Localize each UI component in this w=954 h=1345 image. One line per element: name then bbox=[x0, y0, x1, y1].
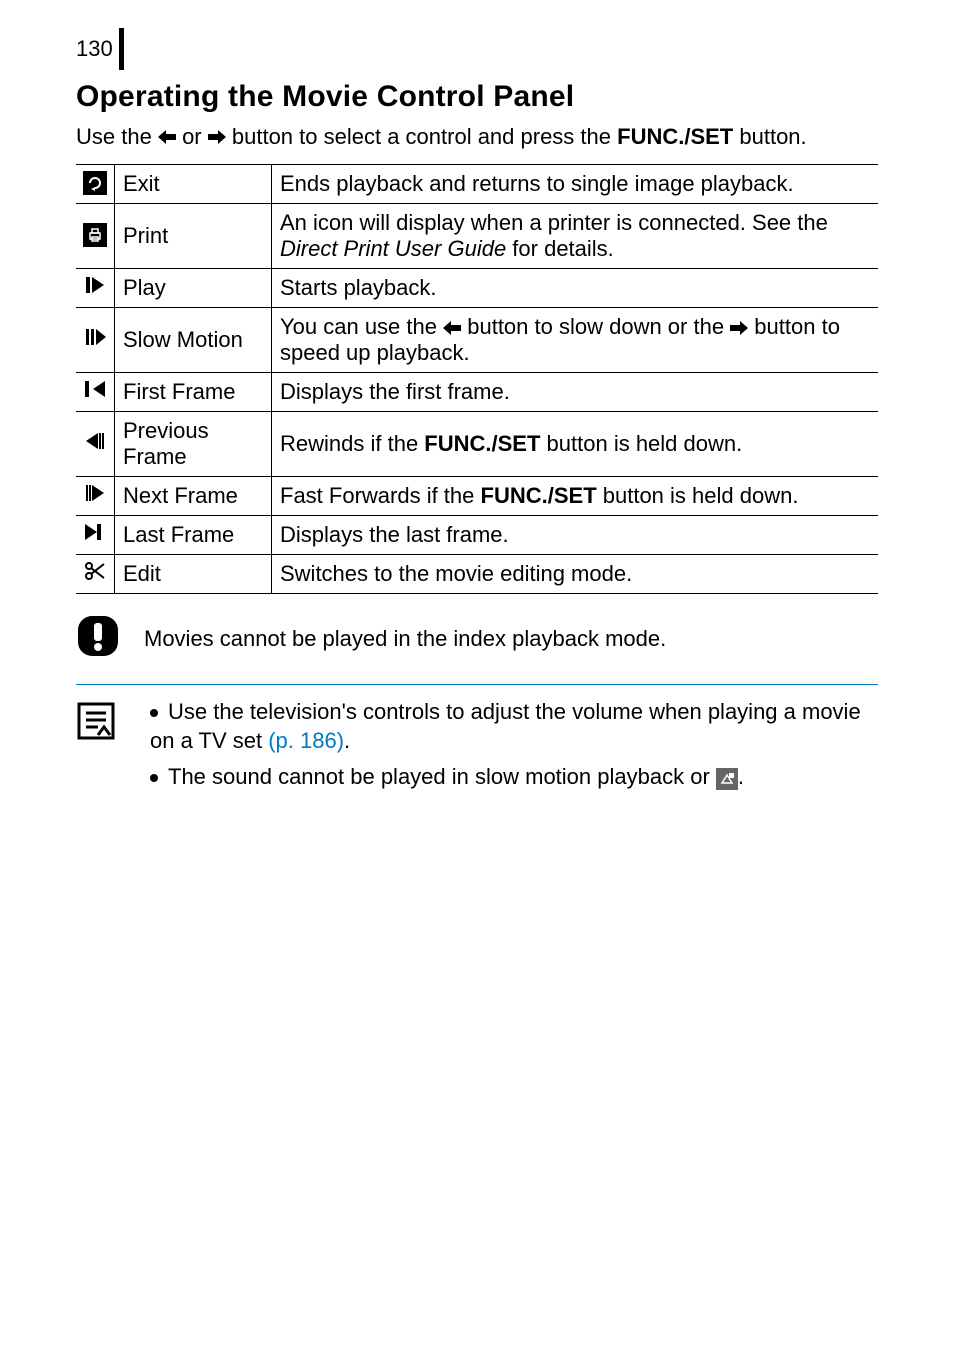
row-name: Last Frame bbox=[115, 515, 272, 554]
row-desc: Switches to the movie editing mode. bbox=[272, 554, 879, 593]
left-arrow-icon bbox=[443, 321, 461, 335]
print-icon bbox=[83, 223, 107, 247]
row-name: Edit bbox=[115, 554, 272, 593]
row-name: Next Frame bbox=[115, 476, 272, 515]
next-frame-icon bbox=[83, 481, 107, 505]
tips-block: Use the television's controls to adjust … bbox=[76, 697, 878, 798]
row-desc: Rewinds if the FUNC./SET button is held … bbox=[272, 411, 879, 476]
table-row: Slow Motion You can use the button to sl… bbox=[76, 307, 878, 372]
table-row: Edit Switches to the movie editing mode. bbox=[76, 554, 878, 593]
page-number-bar bbox=[119, 28, 124, 70]
right-arrow-icon bbox=[730, 321, 748, 335]
row-desc: Starts playback. bbox=[272, 268, 879, 307]
table-row: Last Frame Displays the last frame. bbox=[76, 515, 878, 554]
table-row: Play Starts playback. bbox=[76, 268, 878, 307]
right-arrow-icon bbox=[208, 124, 232, 149]
table-row: First Frame Displays the first frame. bbox=[76, 372, 878, 411]
intro-end: button. bbox=[739, 124, 806, 149]
section-heading: Operating the Movie Control Panel bbox=[76, 80, 878, 114]
row-name: Play bbox=[115, 268, 272, 307]
warning-callout: Movies cannot be played in the index pla… bbox=[76, 616, 878, 658]
left-arrow-icon bbox=[158, 124, 182, 149]
exit-icon bbox=[83, 171, 107, 195]
row-name: Slow Motion bbox=[115, 307, 272, 372]
controls-table: Exit Ends playback and returns to single… bbox=[76, 164, 878, 594]
row-name: Previous Frame bbox=[115, 411, 272, 476]
last-frame-icon bbox=[83, 520, 107, 544]
table-row: Previous Frame Rewinds if the FUNC./SET … bbox=[76, 411, 878, 476]
intro-prefix: Use the bbox=[76, 124, 158, 149]
row-desc: Displays the last frame. bbox=[272, 515, 879, 554]
row-desc: You can use the button to slow down or t… bbox=[272, 307, 879, 372]
row-desc: Displays the first frame. bbox=[272, 372, 879, 411]
row-desc: Ends playback and returns to single imag… bbox=[272, 164, 879, 203]
intro-text: Use the or button to select a control an… bbox=[76, 122, 878, 152]
row-desc: An icon will display when a printer is c… bbox=[272, 203, 879, 268]
row-desc: Fast Forwards if the FUNC./SET button is… bbox=[272, 476, 879, 515]
slow-motion-icon bbox=[83, 325, 107, 349]
warning-text: Movies cannot be played in the index pla… bbox=[144, 616, 666, 652]
previous-frame-icon bbox=[83, 429, 107, 453]
tip-item: Use the television's controls to adjust … bbox=[150, 697, 878, 756]
row-name: First Frame bbox=[115, 372, 272, 411]
intro-button-name: FUNC./SET bbox=[617, 124, 733, 149]
page-number-block: 130 bbox=[76, 28, 878, 70]
table-row: Next Frame Fast Forwards if the FUNC./SE… bbox=[76, 476, 878, 515]
row-name: Exit bbox=[115, 164, 272, 203]
intro-mid: or bbox=[182, 124, 208, 149]
table-row: Exit Ends playback and returns to single… bbox=[76, 164, 878, 203]
warning-icon bbox=[76, 614, 120, 658]
note-icon bbox=[76, 701, 116, 741]
table-row: Print An icon will display when a printe… bbox=[76, 203, 878, 268]
time-lapse-icon bbox=[716, 768, 738, 790]
divider bbox=[76, 684, 878, 685]
edit-icon bbox=[83, 559, 107, 583]
page-number: 130 bbox=[76, 36, 119, 62]
first-frame-icon bbox=[83, 377, 107, 401]
row-name: Print bbox=[115, 203, 272, 268]
play-icon bbox=[83, 273, 107, 297]
page-reference-link[interactable]: (p. 186) bbox=[268, 728, 344, 753]
intro-suffix: button to select a control and press the bbox=[232, 124, 617, 149]
tip-item: The sound cannot be played in slow motio… bbox=[150, 762, 878, 792]
